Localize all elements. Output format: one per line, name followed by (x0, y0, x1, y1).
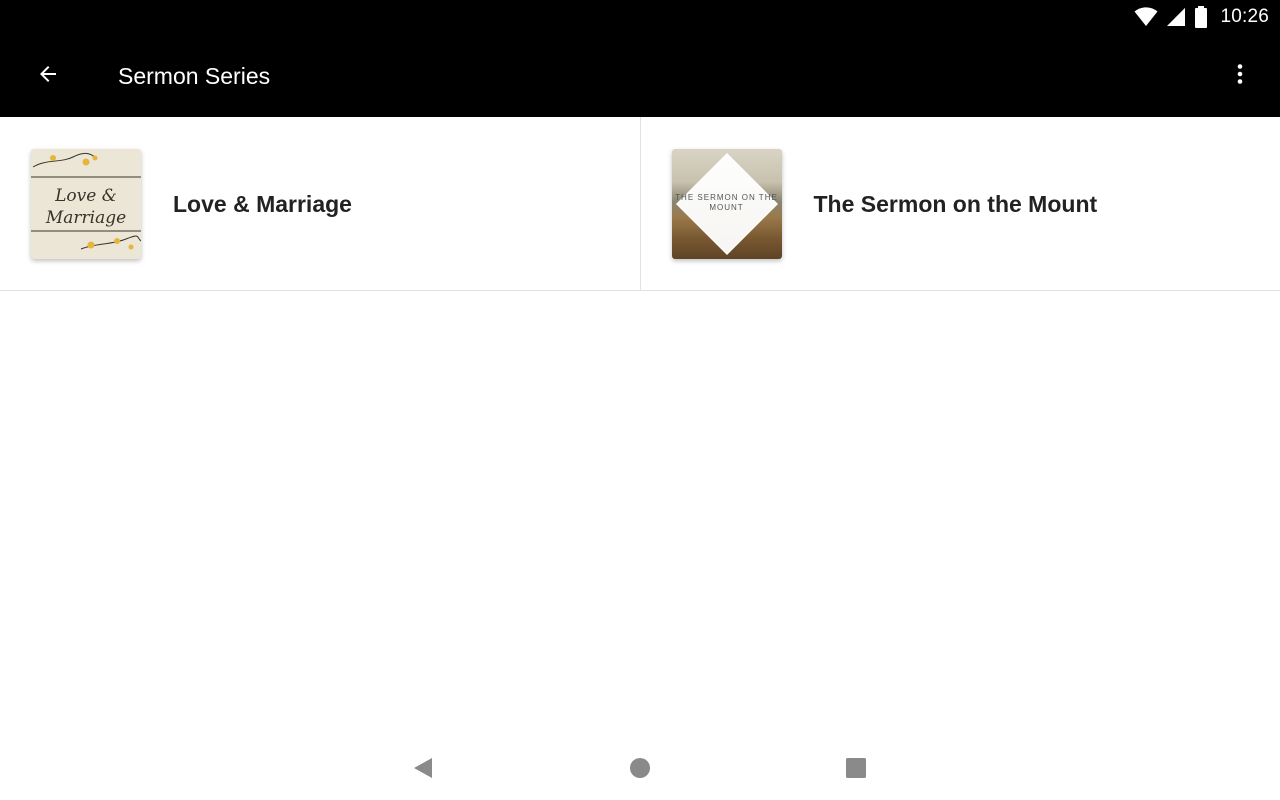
system-nav-bar (0, 736, 1280, 800)
back-button[interactable] (26, 54, 70, 98)
nav-home-button[interactable] (623, 753, 657, 787)
series-grid: Love & Marriage Love & Marriage THE SERM… (0, 117, 1280, 291)
nav-back-icon (412, 756, 434, 785)
series-title: The Sermon on the Mount (813, 191, 1098, 217)
series-thumbnail: Love & Marriage (31, 149, 141, 259)
thumbnail-title-line1: Love & (55, 186, 117, 206)
series-thumbnail: THE SERMON ON THE MOUNT (671, 149, 782, 259)
page-title: Sermon Series (118, 63, 271, 89)
arrow-back-icon (36, 62, 60, 91)
series-title: Love & Marriage (173, 191, 352, 217)
overflow-menu-button[interactable] (1218, 54, 1262, 98)
nav-back-button[interactable] (406, 753, 440, 787)
nav-home-icon (629, 757, 651, 784)
status-time: 10:26 (1220, 6, 1269, 27)
series-item-sermon-on-the-mount[interactable]: THE SERMON ON THE MOUNT The Sermon on th… (639, 117, 1280, 290)
more-vert-icon (1228, 62, 1252, 91)
wifi-icon (1134, 7, 1158, 27)
series-item-love-marriage[interactable]: Love & Marriage Love & Marriage (0, 117, 640, 290)
app-bar: Sermon Series (0, 34, 1280, 117)
thumbnail-title: THE SERMON ON THE MOUNT (675, 193, 778, 212)
battery-icon (1194, 6, 1208, 28)
status-bar: 10:26 (0, 0, 1280, 34)
nav-recents-icon (845, 757, 867, 784)
cell-signal-icon (1166, 7, 1186, 27)
thumbnail-title-line2: Marriage (45, 208, 127, 228)
nav-recents-button[interactable] (839, 753, 873, 787)
